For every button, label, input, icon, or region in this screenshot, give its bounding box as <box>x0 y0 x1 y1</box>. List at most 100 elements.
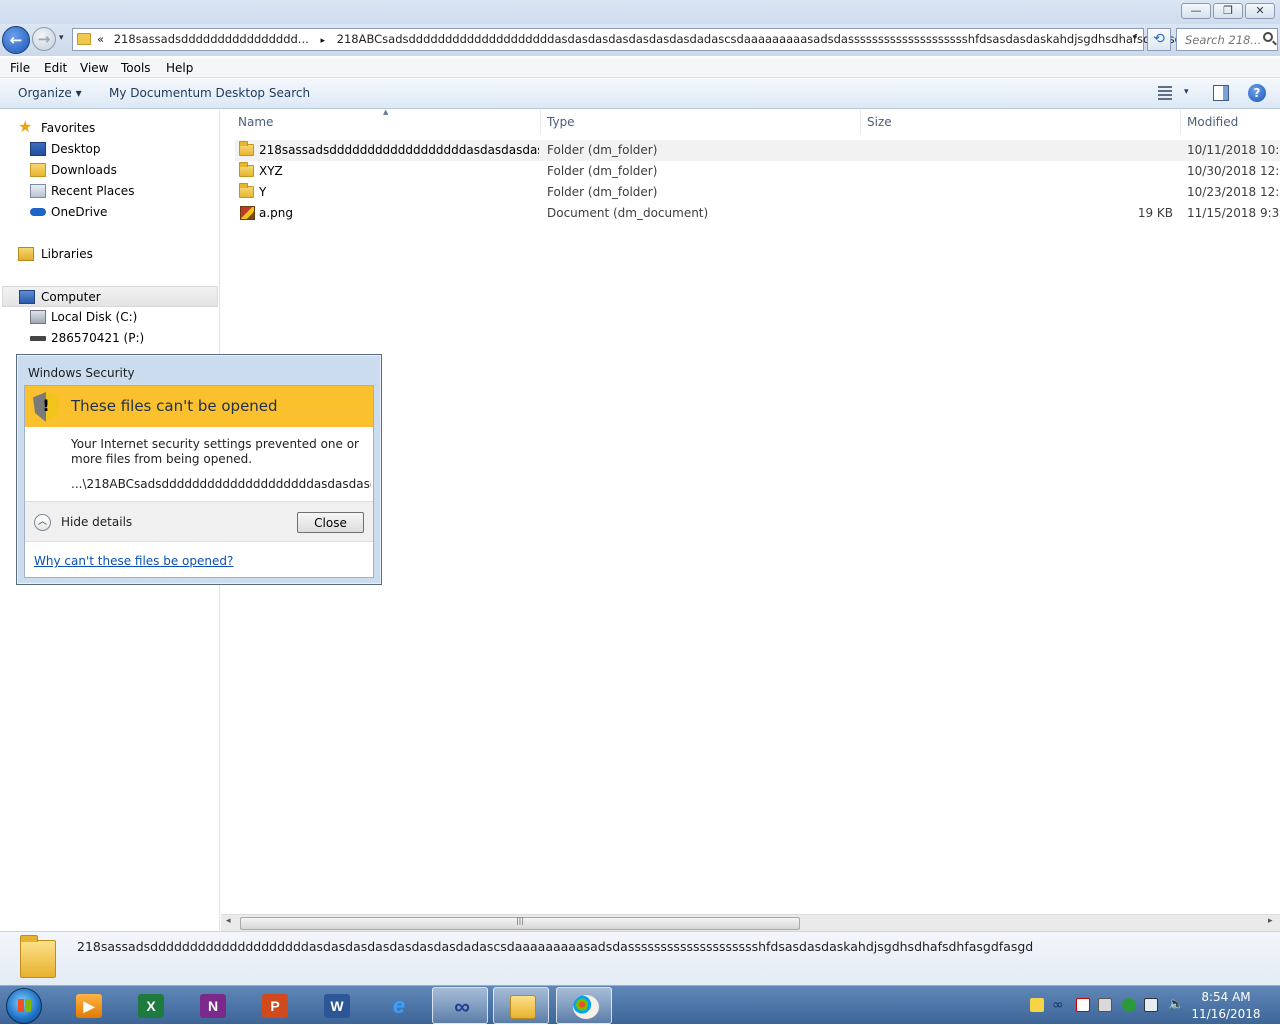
sidebar-item-favorites[interactable]: ★ Favorites <box>18 118 208 138</box>
tray-app-icon[interactable] <box>1030 998 1044 1012</box>
tray-vm-icon[interactable] <box>1098 998 1112 1012</box>
menu-view[interactable]: View <box>80 61 108 75</box>
scrollbar-thumb[interactable]: ||| <box>240 916 800 930</box>
breadcrumb-segment-1[interactable]: 218sassadsdddddddddddddddd... <box>114 32 309 46</box>
column-divider[interactable] <box>1180 110 1181 135</box>
table-row[interactable]: XYZ Folder (dm_folder) 10/30/2018 12:23:… <box>235 161 1280 182</box>
horizontal-scrollbar[interactable]: ◂ ||| ▸ <box>221 914 1280 931</box>
word-icon: W <box>324 994 350 1018</box>
tray-infinity-icon[interactable]: ∞ <box>1052 998 1066 1012</box>
minimize-button[interactable]: — <box>1181 3 1211 19</box>
forward-button[interactable]: → <box>32 27 56 51</box>
address-dropdown-icon[interactable]: ▾ <box>1132 33 1137 43</box>
column-header-type[interactable]: Type <box>547 115 575 129</box>
dialog-body: ! These files can't be opened Your Inter… <box>24 385 374 578</box>
taskbar-documentum[interactable]: ∞ <box>432 987 488 1024</box>
taskbar-excel[interactable]: X <box>122 987 178 1024</box>
back-arrow-icon: ← <box>9 31 23 49</box>
sidebar-label: Desktop <box>51 142 101 156</box>
sidebar-label: Computer <box>41 290 101 304</box>
breadcrumb-segment-2[interactable]: 218ABCsadsddddddddddddddddddddasdasdasda… <box>337 32 1221 46</box>
tray-security-icon[interactable] <box>1122 998 1136 1012</box>
taskbar-word[interactable]: W <box>308 987 364 1024</box>
taskbar-media-player[interactable]: ▶ <box>60 987 116 1024</box>
tray-error-icon[interactable] <box>1076 998 1090 1012</box>
back-button[interactable]: ← <box>2 26 30 54</box>
grip-icon: ||| <box>515 916 525 925</box>
menu-bar: File Edit View Tools Help <box>0 58 1280 78</box>
help-icon[interactable]: ? <box>1248 84 1266 102</box>
breadcrumb: « 218sassadsdddddddddddddddd... ▸ 218ABC… <box>97 32 1245 46</box>
network-icon[interactable] <box>1144 998 1158 1012</box>
chevron-up-icon[interactable]: ︿ <box>34 514 51 531</box>
file-modified: 10/30/2018 12:23:0 <box>1187 164 1280 178</box>
preview-pane-icon[interactable] <box>1213 85 1229 101</box>
breadcrumb-separator-icon[interactable]: ▸ <box>320 36 325 46</box>
file-modified: 10/11/2018 10:07:3 <box>1187 143 1280 157</box>
change-view-icon[interactable] <box>1158 86 1172 100</box>
restore-icon: ❐ <box>1223 4 1233 17</box>
taskbar: ▶ X N P W e ∞ ∞ 🔈 8:54 AM 11/16/2018 <box>0 985 1280 1024</box>
taskbar-windows-explorer[interactable] <box>493 987 549 1024</box>
table-row[interactable]: Y Folder (dm_folder) 10/23/2018 12:24:1 <box>235 182 1280 203</box>
taskbar-paint[interactable] <box>556 987 612 1024</box>
sidebar-item-network-drive[interactable]: 286570421 (P:) <box>30 328 210 348</box>
sidebar-item-downloads[interactable]: Downloads <box>30 160 210 180</box>
sidebar-label: Recent Places <box>51 184 135 198</box>
menu-help[interactable]: Help <box>166 61 193 75</box>
folder-icon <box>77 33 91 45</box>
downloads-folder-icon <box>30 163 46 177</box>
computer-icon <box>19 290 35 304</box>
sidebar-item-recent-places[interactable]: Recent Places <box>30 181 210 201</box>
dialog-message: Your Internet security settings prevente… <box>71 437 359 466</box>
restore-button[interactable]: ❐ <box>1213 3 1243 19</box>
search-box[interactable] <box>1176 28 1278 51</box>
hard-disk-icon <box>30 310 46 324</box>
volume-icon[interactable]: 🔈 <box>1168 998 1184 1012</box>
sidebar-item-onedrive[interactable]: OneDrive <box>30 202 210 222</box>
clock-date[interactable]: 11/16/2018 <box>1188 1007 1264 1021</box>
column-divider[interactable] <box>540 110 541 135</box>
scroll-right-icon[interactable]: ▸ <box>1268 916 1273 926</box>
menu-tools[interactable]: Tools <box>121 61 151 75</box>
file-name: Y <box>259 185 267 199</box>
start-button[interactable] <box>6 988 42 1024</box>
search-input[interactable] <box>1177 29 1261 50</box>
refresh-button[interactable]: ⟲ <box>1147 28 1171 51</box>
taskbar-powerpoint[interactable]: P <box>246 987 302 1024</box>
table-row[interactable]: a.png Document (dm_document) 19 KB 11/15… <box>235 203 1280 224</box>
onenote-icon: N <box>200 994 226 1018</box>
breadcrumb-overflow[interactable]: « <box>97 32 104 46</box>
sidebar-item-desktop[interactable]: Desktop <box>30 139 210 159</box>
column-divider[interactable] <box>860 110 861 135</box>
scroll-left-icon[interactable]: ◂ <box>226 916 231 926</box>
file-name: a.png <box>259 206 294 220</box>
sidebar-item-computer[interactable]: Computer <box>2 286 218 307</box>
taskbar-onenote[interactable]: N <box>184 987 240 1024</box>
help-link[interactable]: Why can't these files be opened? <box>34 554 233 568</box>
documentum-search-button[interactable]: My Documentum Desktop Search <box>109 86 310 100</box>
column-header-name[interactable]: Name <box>238 115 273 129</box>
column-header-size[interactable]: Size <box>867 115 892 129</box>
organize-button[interactable]: Organize ▾ <box>18 86 82 100</box>
menu-file[interactable]: File <box>10 61 30 75</box>
address-bar[interactable]: « 218sassadsdddddddddddddddd... ▸ 218ABC… <box>72 28 1237 51</box>
file-type: Document (dm_document) <box>547 206 709 220</box>
close-button[interactable]: Close <box>297 512 364 533</box>
menu-edit[interactable]: Edit <box>44 61 67 75</box>
hide-details-toggle[interactable]: Hide details <box>61 515 132 529</box>
search-icon[interactable] <box>1263 32 1273 42</box>
view-options-dropdown[interactable]: ▾ <box>1184 87 1189 97</box>
folder-icon <box>239 141 254 156</box>
table-row[interactable]: 218sassadsddddddddddddddddddasdasdasdasd… <box>235 140 1280 161</box>
dialog-footer: ︿ Hide details Close <box>25 501 373 542</box>
column-header-modified[interactable]: Modified <box>1187 115 1238 129</box>
sidebar-item-local-disk[interactable]: Local Disk (C:) <box>30 307 210 327</box>
clock-time[interactable]: 8:54 AM <box>1188 990 1264 1004</box>
sidebar-item-libraries[interactable]: Libraries <box>18 244 208 264</box>
recent-pages-dropdown[interactable]: ▾ <box>59 33 64 43</box>
close-icon: ✕ <box>1255 4 1265 17</box>
close-window-button[interactable]: ✕ <box>1245 3 1275 19</box>
media-player-icon: ▶ <box>76 994 102 1018</box>
taskbar-internet-explorer[interactable]: e <box>370 987 426 1024</box>
